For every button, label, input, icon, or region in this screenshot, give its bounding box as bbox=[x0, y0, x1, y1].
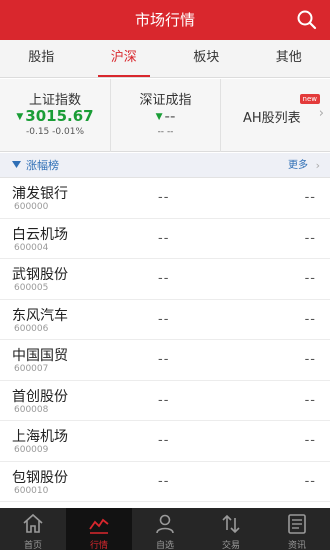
nav-watchlist[interactable]: 自选 bbox=[132, 508, 198, 550]
home-icon bbox=[23, 513, 43, 533]
chart-icon bbox=[89, 518, 109, 534]
list-item[interactable]: 东风汽车 600006 -- -- bbox=[0, 300, 330, 340]
down-arrow-icon: ▼ bbox=[155, 112, 163, 122]
nav-home[interactable]: 首页 bbox=[0, 508, 66, 550]
index-change: -0.15 bbox=[25, 127, 50, 137]
stock-code: 600008 bbox=[14, 404, 49, 415]
stock-name: 白云机场 bbox=[12, 226, 68, 243]
stock-name: 包钢股份 bbox=[12, 469, 68, 486]
nav-label: 首页 bbox=[23, 541, 42, 550]
down-arrow-icon: ▼ bbox=[16, 112, 24, 122]
nav-market[interactable]: 行情 bbox=[66, 508, 132, 550]
stock-price: -- bbox=[158, 230, 170, 246]
stock-code: 600007 bbox=[14, 364, 49, 374]
shanghai-index-card[interactable]: 上证指数 ▼ 3015.67 -0.15 -0.01% bbox=[0, 79, 110, 152]
index-name: 深证成指 bbox=[139, 93, 192, 108]
tab-index[interactable]: 股指 bbox=[0, 40, 83, 77]
search-icon[interactable] bbox=[296, 9, 318, 31]
more-link[interactable]: 更多 bbox=[288, 153, 308, 178]
stock-price: -- bbox=[158, 352, 170, 367]
list-item[interactable]: 白云机场 600004 -- -- bbox=[0, 219, 330, 259]
stock-change: -- bbox=[304, 433, 316, 448]
chevron-right-icon: › bbox=[318, 106, 324, 121]
list-item[interactable]: 首创股份 600008 -- -- bbox=[0, 381, 330, 421]
index-value: 3015.67 bbox=[25, 107, 94, 125]
stock-price: -- bbox=[158, 190, 170, 205]
stock-name: 武钢股份 bbox=[12, 267, 68, 283]
stock-code: 600009 bbox=[14, 445, 49, 455]
nav-label: 自选 bbox=[155, 541, 174, 550]
list-item[interactable]: 浦发银行 600000 -- -- bbox=[0, 178, 330, 219]
top-gainers-header: 涨幅榜 更多 › bbox=[0, 153, 330, 178]
nav-label: 交易 bbox=[221, 541, 240, 550]
nav-label: 资讯 bbox=[287, 541, 306, 550]
trade-icon bbox=[222, 514, 240, 534]
stock-name: 东风汽车 bbox=[12, 307, 68, 324]
index-change-pct: -0.01% bbox=[52, 127, 84, 137]
chevron-right-icon[interactable]: › bbox=[316, 153, 320, 178]
shenzhen-index-card[interactable]: 深证成指 ▼ -- -- -- bbox=[110, 79, 220, 152]
stock-code: 600006 bbox=[14, 323, 49, 334]
stock-change: -- bbox=[304, 311, 316, 327]
stock-change: -- bbox=[304, 190, 316, 205]
section-title: 涨幅榜 bbox=[26, 159, 59, 172]
nav-news[interactable]: 资讯 bbox=[264, 508, 330, 550]
stock-name: 浦发银行 bbox=[12, 186, 68, 202]
user-icon bbox=[156, 514, 174, 534]
page-title: 市场行情 bbox=[134, 11, 195, 29]
stock-name: 上海机场 bbox=[12, 429, 68, 445]
triangle-down-icon bbox=[12, 161, 21, 168]
index-change-wrap: -0.15 -0.01% bbox=[0, 127, 110, 137]
stock-change: -- bbox=[304, 392, 316, 408]
tab-other[interactable]: 其他 bbox=[248, 40, 330, 77]
stock-code: 600000 bbox=[14, 202, 49, 212]
nav-label: 行情 bbox=[89, 541, 108, 550]
list-item[interactable]: 上海机场 600009 -- -- bbox=[0, 421, 330, 462]
stock-price: -- bbox=[158, 392, 170, 408]
stock-name: 中国国贸 bbox=[12, 348, 68, 364]
index-value: -- bbox=[164, 107, 176, 125]
app-header: 市场行情 bbox=[0, 0, 330, 40]
index-value-wrap: ▼ -- bbox=[111, 107, 220, 125]
stock-code: 600005 bbox=[14, 283, 49, 293]
list-item[interactable]: 包钢股份 600010 -- -- bbox=[0, 462, 330, 502]
index-change-wrap: -- -- bbox=[111, 127, 220, 137]
market-tabs: 股指 沪深 板块 其他 bbox=[0, 40, 330, 78]
stock-change: -- bbox=[304, 473, 316, 489]
ah-list-label: AH股列表 bbox=[243, 111, 301, 126]
stock-code: 600004 bbox=[14, 242, 49, 253]
tab-sector[interactable]: 板块 bbox=[165, 40, 248, 77]
index-name: 上证指数 bbox=[28, 93, 81, 108]
list-item[interactable]: 中国国贸 600007 -- -- bbox=[0, 340, 330, 381]
nav-trade[interactable]: 交易 bbox=[198, 508, 264, 550]
bottom-nav: 首页 行情 自选 交易 资讯 bbox=[0, 508, 330, 550]
tab-shanghai-shenzhen[interactable]: 沪深 bbox=[83, 40, 166, 77]
stock-name: 首创股份 bbox=[12, 388, 68, 405]
index-summary: 上证指数 ▼ 3015.67 -0.15 -0.01% 深证成指 ▼ -- -- -… bbox=[0, 79, 330, 152]
index-change-pct: -- bbox=[166, 127, 174, 137]
stock-change: -- bbox=[304, 352, 316, 367]
news-icon bbox=[288, 514, 306, 534]
stock-change: -- bbox=[304, 271, 316, 286]
stock-code: 600010 bbox=[14, 485, 49, 496]
ah-list-card[interactable]: new AH股列表 › bbox=[220, 79, 330, 152]
stock-change: -- bbox=[304, 230, 316, 246]
stock-price: -- bbox=[158, 473, 170, 489]
stock-price: -- bbox=[158, 311, 170, 327]
index-change: -- bbox=[157, 127, 165, 137]
index-value-wrap: ▼ 3015.67 bbox=[0, 107, 110, 125]
list-item[interactable]: 武钢股份 600005 -- -- bbox=[0, 259, 330, 300]
new-badge: new bbox=[299, 94, 320, 104]
stock-price: -- bbox=[158, 433, 170, 448]
stock-list: 浦发银行 600000 -- -- 白云机场 600004 -- -- 武钢股份… bbox=[0, 178, 330, 502]
stock-price: -- bbox=[158, 271, 170, 286]
